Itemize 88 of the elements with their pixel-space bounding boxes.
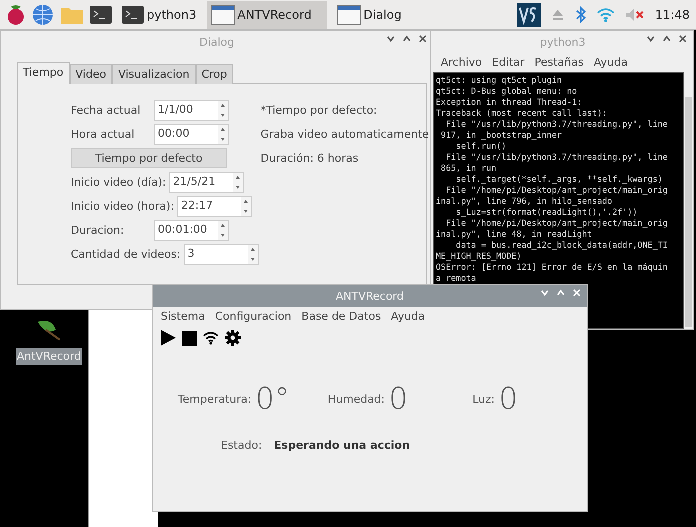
terminal-line: File "/usr/lib/python3.7/threading.py", line — [445, 152, 668, 163]
terminal-line: File "/usr/lib/python3.7/threading.py", line — [445, 119, 668, 130]
caret-icon[interactable] — [387, 35, 395, 43]
terminal-line: qt5ct: using qt5ct plugin — [436, 75, 562, 86]
terminal-line: self.run() — [455, 141, 507, 152]
taskbar-button[interactable]: ANTVRecord — [206, 0, 327, 28]
vnc-icon[interactable] — [517, 2, 542, 26]
terminal-icon[interactable] — [90, 6, 112, 24]
close-icon[interactable] — [679, 35, 687, 43]
default-time-button[interactable]: Tiempo por defecto — [71, 148, 227, 168]
play-icon[interactable] — [161, 330, 176, 346]
spin-field[interactable]: 1/1/00 — [154, 100, 229, 120]
spinner-arrows-icon[interactable] — [218, 100, 228, 120]
wifi-icon[interactable] — [203, 331, 219, 345]
terminal-line: 917, in _bootstrap_inner — [440, 130, 562, 141]
menu-item[interactable]: Pestañas — [534, 56, 584, 69]
terminal-line: inal.py", line 48, in readLight — [436, 229, 592, 240]
field-label: Fecha actual — [71, 104, 142, 116]
field-label: Hora actual — [71, 128, 136, 140]
terminal-line: File "/home/pi/Desktop/ant_project/main_orig — [445, 185, 668, 196]
bluetooth-icon[interactable] — [575, 6, 588, 24]
menu-item[interactable]: Archivo — [441, 56, 482, 69]
field-label: Inicio video (hora): — [71, 200, 174, 212]
terminal-line: OSError: [Errno 121] Error de E/S en la máquin — [436, 262, 668, 273]
spinner-arrows-icon[interactable] — [218, 124, 228, 144]
reading-label: Humedad: — [326, 393, 385, 406]
window-icon[interactable] — [210, 4, 235, 24]
status-label: Estado: — [221, 439, 262, 452]
spin-field[interactable]: 22:17 — [177, 196, 252, 216]
window-title: ANTVRecord — [336, 290, 404, 302]
globe-icon[interactable] — [32, 4, 54, 26]
spin-field[interactable]: 00:00 — [154, 124, 229, 144]
tab[interactable]: Visualizacion — [112, 64, 196, 84]
terminal-line: a remota — [436, 273, 476, 284]
terminal-line: Exception in thread Thread-1: — [436, 97, 582, 108]
caret-icon[interactable] — [647, 35, 655, 43]
expand-icon[interactable] — [663, 35, 671, 43]
taskbar-button[interactable]: python3 — [118, 0, 201, 28]
window-title: python3 — [540, 36, 586, 48]
spin-field[interactable]: 3 — [184, 244, 259, 264]
window-icon[interactable] — [336, 4, 361, 24]
terminal-line: Traceback (most recent call last): — [436, 108, 608, 119]
note-text: *Tiempo por defecto: — [260, 102, 378, 118]
spinner-arrows-icon[interactable] — [218, 220, 228, 240]
terminal-line: 865, in run — [440, 163, 497, 174]
expand-icon[interactable] — [403, 35, 411, 43]
tab[interactable]: Crop — [196, 64, 234, 84]
terminal-line: data = bus.read_i2c_block_data(addr,ONE_TI — [455, 240, 668, 251]
reading-label: Temperatura: — [178, 393, 252, 406]
spin-field[interactable]: 00:01:00 — [154, 220, 229, 240]
terminal-icon[interactable] — [122, 6, 144, 24]
taskbar-button[interactable]: Dialog — [332, 0, 453, 28]
field-label: Duracion: — [71, 224, 126, 236]
reading-value: 0 — [389, 382, 408, 417]
window-title: Dialog — [199, 36, 235, 48]
terminal-line: inal.py", line 796, in hilo_sensado — [436, 196, 612, 207]
tab[interactable]: Tiempo — [17, 62, 70, 84]
reading-label: Luz: — [472, 393, 495, 406]
terminal-line: qt5ct: D-Bus global menu: no — [436, 86, 578, 97]
field-label: Inicio video (día): — [71, 176, 166, 188]
volume-muted-icon[interactable] — [625, 8, 646, 22]
menu-item[interactable]: Configuracion — [215, 310, 292, 323]
close-icon[interactable] — [419, 35, 427, 43]
spinner-arrows-icon[interactable] — [241, 196, 252, 216]
note-text: Duración: 6 horas — [260, 150, 360, 166]
field-label: Cantidad de videos: — [71, 248, 181, 260]
clock: 11:48 — [655, 8, 690, 22]
terminal-line: s_Luz=str(format(readLight(),'.2f')) — [455, 207, 638, 218]
note-text: Graba video automaticamente — [260, 126, 430, 142]
scrollbar[interactable] — [685, 97, 692, 327]
tab[interactable]: Video — [70, 64, 112, 84]
spin-field[interactable]: 21/5/21 — [169, 172, 244, 192]
terminal-line: File "/home/pi/Desktop/ant_project/main_orig — [445, 218, 668, 229]
reading-value: 0 — [499, 382, 518, 417]
raspberry-icon[interactable] — [6, 4, 26, 26]
reading-value: 0° — [256, 382, 290, 417]
stop-icon[interactable] — [182, 330, 197, 346]
settings-icon[interactable] — [225, 330, 241, 346]
terminal-line: self._target(*self._args, **self._kwargs) — [455, 174, 663, 185]
menu-item[interactable]: Ayuda — [391, 310, 426, 323]
menu-item[interactable]: Ayuda — [594, 56, 628, 69]
menu-item[interactable]: Sistema — [161, 310, 206, 323]
terminal-line: ME_HIGH_RES_MODE) — [436, 251, 522, 262]
menu-item[interactable]: Editar — [492, 56, 525, 69]
menu-item[interactable]: Base de Datos — [302, 310, 382, 323]
status-text: Esperando una accion — [274, 439, 410, 452]
spinner-arrows-icon[interactable] — [248, 244, 258, 264]
spinner-arrows-icon[interactable] — [233, 172, 244, 192]
